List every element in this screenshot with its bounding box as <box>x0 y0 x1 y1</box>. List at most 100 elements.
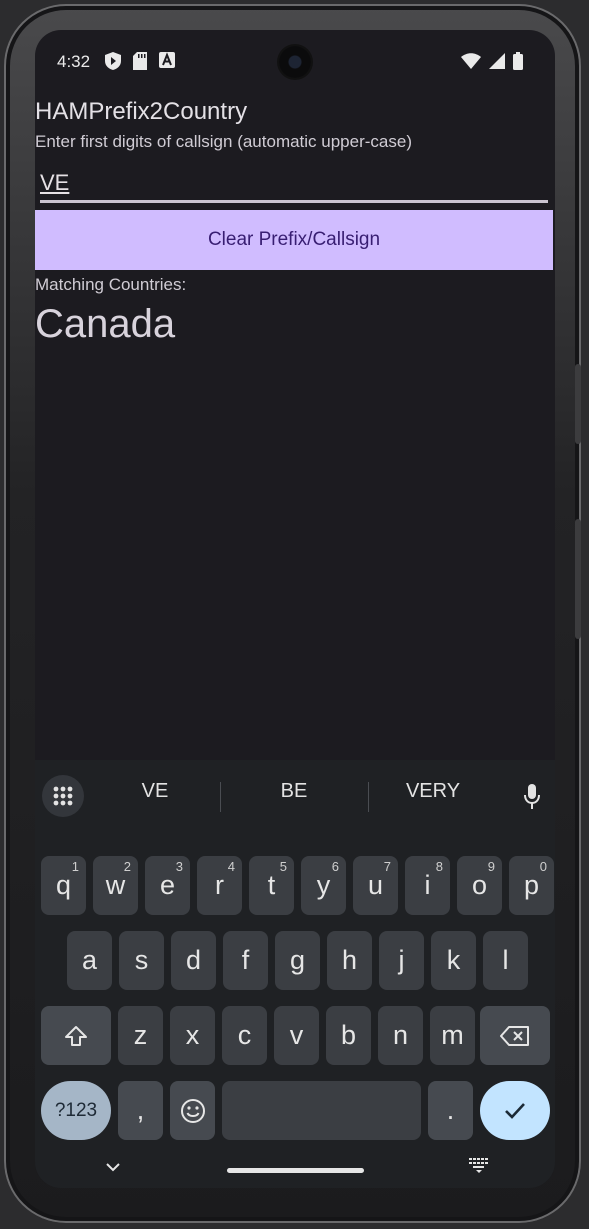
key-t[interactable]: t5 <box>249 856 294 915</box>
key-j[interactable]: j <box>379 931 424 990</box>
key-label: g <box>289 945 306 975</box>
cell-signal-icon <box>489 53 505 73</box>
key-label: s <box>134 945 149 975</box>
key-label: z <box>133 1020 148 1050</box>
key-y[interactable]: y6 <box>301 856 346 915</box>
key-k[interactable]: k <box>431 931 476 990</box>
key-hint: 6 <box>331 859 339 874</box>
key-e[interactable]: e3 <box>145 856 190 915</box>
key-w[interactable]: w2 <box>93 856 138 915</box>
key-hint: 3 <box>175 859 183 874</box>
suggestion-bar: VE BE VERY <box>35 768 555 818</box>
key-label: q <box>55 870 72 900</box>
key-label: j <box>398 945 405 975</box>
on-screen-keyboard: VE BE VERY q1w2e3r4t5y6u7i8o9p0asdfghjkl… <box>35 760 555 1188</box>
keyboard-switch-icon[interactable] <box>469 1158 489 1178</box>
notification-icons <box>105 52 175 70</box>
prefix-input[interactable] <box>40 166 548 203</box>
key-label: k <box>446 945 461 975</box>
key-i[interactable]: i8 <box>405 856 450 915</box>
shift-icon <box>65 1025 87 1046</box>
mic-icon[interactable] <box>523 784 541 814</box>
backspace-key[interactable] <box>480 1006 550 1065</box>
status-time: 4:32 <box>57 52 91 71</box>
home-indicator[interactable] <box>227 1168 364 1173</box>
key-label: d <box>185 945 202 975</box>
backspace-icon <box>500 1025 529 1046</box>
key-label: r <box>215 870 224 900</box>
volume-button <box>575 364 581 444</box>
shift-key[interactable] <box>41 1006 111 1065</box>
key-s[interactable]: s <box>119 931 164 990</box>
key-q[interactable]: q1 <box>41 856 86 915</box>
key-d[interactable]: d <box>171 931 216 990</box>
key-r[interactable]: r4 <box>197 856 242 915</box>
key-label: p <box>523 870 540 900</box>
key-label: n <box>392 1020 409 1050</box>
space-key[interactable] <box>222 1081 421 1140</box>
key-label: v <box>289 1020 304 1050</box>
key-label: a <box>81 945 98 975</box>
front-camera <box>279 46 311 78</box>
emoji-icon <box>180 1098 205 1123</box>
key-label: e <box>159 870 176 900</box>
symbols-key[interactable]: ?123 <box>41 1081 111 1140</box>
key-l[interactable]: l <box>483 931 528 990</box>
key-n[interactable]: n <box>378 1006 423 1065</box>
key-p[interactable]: p0 <box>509 856 554 915</box>
app-subtitle: Enter first digits of callsign (automati… <box>35 132 412 151</box>
key-a[interactable]: a <box>67 931 112 990</box>
play-protect-icon <box>105 52 121 70</box>
suggestion-1[interactable]: VE <box>85 780 225 803</box>
grid-icon <box>53 786 73 806</box>
key-v[interactable]: v <box>274 1006 319 1065</box>
key-z[interactable]: z <box>118 1006 163 1065</box>
key-label: h <box>341 945 358 975</box>
key-label: i <box>424 870 431 900</box>
clear-prefix-button[interactable]: Clear Prefix/Callsign <box>35 210 553 270</box>
key-label: f <box>241 945 250 975</box>
suggestion-3[interactable]: VERY <box>363 780 503 803</box>
key-hint: 1 <box>71 859 79 874</box>
key-label: x <box>185 1020 200 1050</box>
emoji-key[interactable] <box>170 1081 215 1140</box>
suggestion-divider <box>220 782 221 812</box>
key-label: m <box>441 1020 464 1050</box>
key-label: c <box>237 1020 252 1050</box>
key-x[interactable]: x <box>170 1006 215 1065</box>
key-hint: 9 <box>487 859 495 874</box>
device-screen: 4:32 HAMPrefix2Country Enter first digit… <box>35 30 555 1188</box>
key-h[interactable]: h <box>327 931 372 990</box>
a-notification-icon <box>159 52 175 70</box>
wifi-icon <box>461 53 481 73</box>
key-c[interactable]: c <box>222 1006 267 1065</box>
period-key[interactable]: . <box>428 1081 473 1140</box>
enter-key[interactable] <box>480 1081 550 1140</box>
key-hint: 2 <box>123 859 131 874</box>
navigation-bar <box>35 1148 555 1188</box>
suggestion-2[interactable]: BE <box>224 780 364 803</box>
key-o[interactable]: o9 <box>457 856 502 915</box>
key-b[interactable]: b <box>326 1006 371 1065</box>
key-g[interactable]: g <box>275 931 320 990</box>
key-f[interactable]: f <box>223 931 268 990</box>
key-m[interactable]: m <box>430 1006 475 1065</box>
key-hint: 7 <box>383 859 391 874</box>
comma-key[interactable]: , <box>118 1081 163 1140</box>
key-hint: 5 <box>279 859 287 874</box>
chevron-down-icon[interactable] <box>105 1158 121 1177</box>
checkmark-icon <box>505 1102 525 1119</box>
status-bar: 4:32 <box>35 30 555 94</box>
country-result: Canada <box>35 302 176 346</box>
sd-card-icon <box>133 52 147 70</box>
keyboard-menu-button[interactable] <box>42 775 84 817</box>
key-label: b <box>340 1020 357 1050</box>
app-title: HAMPrefix2Country <box>35 98 248 125</box>
key-hint: 4 <box>227 859 235 874</box>
key-label: w <box>105 870 126 900</box>
key-u[interactable]: u7 <box>353 856 398 915</box>
key-label: t <box>267 870 276 900</box>
key-label: y <box>316 870 331 900</box>
key-label: l <box>502 945 509 975</box>
key-hint: 0 <box>539 859 547 874</box>
